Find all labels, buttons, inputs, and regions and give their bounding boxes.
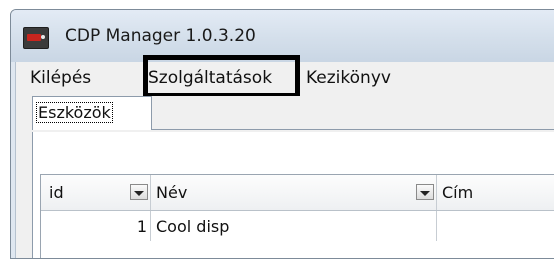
- tab-panel: id Név Cím 1 Cool disp: [32, 132, 554, 258]
- tab-eszkozok[interactable]: Eszközök: [32, 96, 152, 130]
- app-icon: [23, 27, 49, 49]
- cell-id-value: 1: [136, 217, 147, 236]
- filter-dropdown-icon[interactable]: [416, 184, 434, 200]
- menu-kezikonyv[interactable]: Kezikönyv: [306, 68, 391, 88]
- highlight-box: [143, 55, 300, 98]
- tab-divider: [152, 129, 554, 130]
- table-row[interactable]: 1 Cool disp: [41, 211, 554, 241]
- cell-name-value: Cool disp: [156, 217, 230, 236]
- device-grid: id Név Cím 1 Cool disp: [40, 174, 554, 258]
- column-header-nev[interactable]: Név: [151, 175, 437, 210]
- column-header-id[interactable]: id: [41, 175, 151, 210]
- cell-name: Cool disp: [151, 211, 437, 241]
- grid-header: id Név Cím: [41, 175, 554, 211]
- app-window: CDP Manager 1.0.3.20 Kilépés Szolgáltatá…: [10, 9, 554, 259]
- tab-strip: Eszközök: [16, 96, 554, 132]
- menu-kilepes[interactable]: Kilépés: [30, 68, 91, 88]
- filter-dropdown-icon[interactable]: [130, 184, 148, 200]
- menu-bar: Kilépés Szolgáltatások Kezikönyv: [16, 55, 554, 98]
- window-title: CDP Manager 1.0.3.20: [65, 26, 256, 46]
- cell-id: 1: [41, 211, 151, 241]
- client-area: Kilépés Szolgáltatások Kezikönyv Eszközö…: [15, 55, 554, 258]
- tab-eszkozok-label: Eszközök: [36, 102, 113, 123]
- column-header-id-label: id: [49, 183, 64, 202]
- cell-address: [437, 211, 554, 241]
- column-header-nev-label: Név: [156, 183, 188, 202]
- column-header-cim[interactable]: Cím: [437, 175, 554, 210]
- column-header-cim-label: Cím: [442, 183, 474, 202]
